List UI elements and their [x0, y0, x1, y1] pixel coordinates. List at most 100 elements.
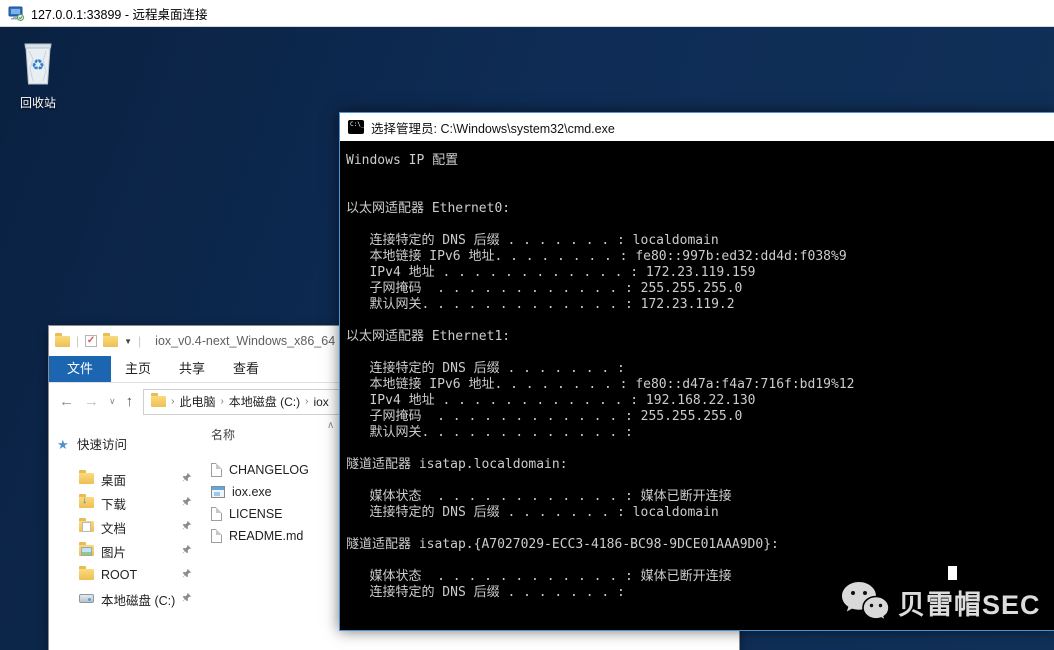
cmd-titlebar[interactable]: 选择管理员: C:\Windows\system32\cmd.exe — [340, 113, 1054, 141]
recycle-bin-label: 回收站 — [10, 94, 66, 111]
explorer-nav-pane: ★ 快速访问 桌面 下载 — [49, 420, 201, 650]
separator: | — [138, 334, 141, 348]
breadcrumb-chevron-icon: › — [171, 396, 174, 407]
text-cursor — [948, 566, 957, 580]
cmd-output-line: 子网掩码 . . . . . . . . . . . . : 255.255.2… — [346, 281, 1054, 297]
cmd-output-line: 默认网关. . . . . . . . . . . . . : — [346, 425, 1054, 441]
cmd-output-line: 连接特定的 DNS 后缀 . . . . . . . : — [346, 361, 1054, 377]
breadcrumb-item[interactable]: 此电脑 — [179, 393, 215, 410]
ribbon-tab[interactable]: 主页 — [111, 356, 165, 382]
watermark-text: 贝雷帽SEC — [898, 583, 1041, 622]
tab-file[interactable]: 文件 — [49, 356, 111, 382]
cmd-output-line: 本地链接 IPv6 地址. . . . . . . . : fe80::d47a… — [346, 377, 1054, 393]
recycle-bin-icon: ♻ — [18, 39, 58, 87]
quick-access-star-icon: ★ — [57, 433, 69, 457]
sidebar-item-icon — [79, 521, 94, 532]
cmd-output-line: 隧道适配器 isatap.{A7027029-ECC3-4186-BC98-9D… — [346, 537, 1054, 553]
pin-icon — [181, 472, 192, 486]
cmd-output-line: IPv4 地址 . . . . . . . . . . . . : 172.23… — [346, 265, 1054, 281]
sidebar-item-label: 本地磁盘 (C:) — [101, 590, 175, 609]
file-icon — [211, 529, 222, 543]
sidebar-item-label: 图片 — [101, 542, 126, 561]
pin-icon — [181, 544, 192, 558]
file-name: CHANGELOG — [229, 463, 309, 477]
svg-text:♻: ♻ — [31, 57, 44, 74]
cmd-output-line: 子网掩码 . . . . . . . . . . . . : 255.255.2… — [346, 409, 1054, 425]
file-name: iox.exe — [232, 485, 272, 499]
sidebar-item-icon — [79, 473, 94, 484]
sidebar-item-quick-access[interactable]: ★ 快速访问 — [49, 433, 201, 457]
breadcrumb-item[interactable]: 本地磁盘 (C:) — [229, 393, 300, 410]
sidebar-item[interactable]: 本地磁盘 (C:) — [49, 587, 201, 611]
pin-icon — [181, 592, 192, 606]
quick-access-toolbar-caret-icon[interactable]: ▼ — [124, 337, 132, 346]
file-icon — [211, 507, 222, 521]
cmd-output-line — [346, 473, 1054, 489]
cmd-output-line: 以太网适配器 Ethernet0: — [346, 201, 1054, 217]
sidebar-item-icon — [79, 545, 94, 556]
breadcrumb-chevron-icon: › — [220, 396, 223, 407]
wechat-icon — [840, 580, 890, 624]
cmd-output-line — [346, 169, 1054, 185]
sidebar-item[interactable]: 下载 — [49, 491, 201, 515]
recycle-bin[interactable]: ♻ 回收站 — [10, 39, 66, 111]
rdp-computer-icon — [8, 6, 24, 21]
cmd-output-line — [346, 313, 1054, 329]
ribbon-tab[interactable]: 查看 — [219, 356, 273, 382]
cmd-output[interactable]: Windows IP 配置以太网适配器 Ethernet0: 连接特定的 DNS… — [340, 141, 1054, 630]
sidebar-item[interactable]: ROOT — [49, 563, 201, 587]
breadcrumb-chevron-icon: › — [305, 396, 308, 407]
sidebar-item-label: 下载 — [101, 494, 126, 513]
file-name: LICENSE — [229, 507, 283, 521]
cmd-output-line: 隧道适配器 isatap.localdomain: — [346, 457, 1054, 473]
pin-icon — [181, 520, 192, 534]
sidebar-item-label: 桌面 — [101, 470, 126, 489]
sidebar-item[interactable]: 桌面 — [49, 467, 201, 491]
up-button[interactable]: ↑ — [126, 394, 134, 409]
cmd-output-line — [346, 441, 1054, 457]
properties-toolbar-icon[interactable]: ✓ — [85, 335, 97, 347]
file-icon — [211, 486, 225, 498]
cmd-output-line: 本地链接 IPv6 地址. . . . . . . . : fe80::997b… — [346, 249, 1054, 265]
sidebar-item-label: 文档 — [101, 518, 126, 537]
cmd-output-line — [346, 217, 1054, 233]
cmd-output-line — [346, 185, 1054, 201]
rdp-connection-bar: 127.0.0.1:33899 - 远程桌面连接 — [0, 0, 1054, 27]
cmd-window: 选择管理员: C:\Windows\system32\cmd.exe Windo… — [339, 112, 1054, 631]
back-button[interactable]: ← — [59, 394, 74, 409]
breadcrumb-item[interactable]: iox — [313, 395, 328, 409]
rdp-title: 127.0.0.1:33899 - 远程桌面连接 — [31, 4, 207, 23]
sidebar-item-icon — [79, 569, 94, 580]
cmd-output-line — [346, 521, 1054, 537]
cmd-output-line — [346, 345, 1054, 361]
address-folder-icon — [151, 396, 166, 407]
cmd-app-icon — [348, 120, 364, 134]
cmd-output-line: IPv4 地址 . . . . . . . . . . . . : 192.16… — [346, 393, 1054, 409]
cmd-output-line: 以太网适配器 Ethernet1: — [346, 329, 1054, 345]
sidebar-item[interactable]: 图片 — [49, 539, 201, 563]
forward-button[interactable]: → — [84, 394, 99, 409]
explorer-app-icon — [55, 336, 70, 347]
cmd-output-line: Windows IP 配置 — [346, 153, 1054, 169]
cmd-window-title: 选择管理员: C:\Windows\system32\cmd.exe — [371, 118, 615, 137]
new-folder-toolbar-icon[interactable] — [103, 336, 118, 347]
file-icon — [211, 463, 222, 477]
quick-access-label: 快速访问 — [77, 438, 127, 452]
rdp-session-screen: 127.0.0.1:33899 - 远程桌面连接 ♻ 回收站 | ✓ ▼ | i… — [0, 0, 1054, 650]
sidebar-item[interactable]: 文档 — [49, 515, 201, 539]
explorer-window-title: iox_v0.4-next_Windows_x86_64 — [155, 334, 335, 348]
cmd-output-line: 默认网关. . . . . . . . . . . . . : 172.23.1… — [346, 297, 1054, 313]
pin-icon — [181, 568, 192, 582]
ribbon-tab[interactable]: 共享 — [165, 356, 219, 382]
pin-icon — [181, 496, 192, 510]
sidebar-item-icon — [79, 497, 94, 508]
sidebar-item-label: ROOT — [101, 568, 137, 582]
sidebar-item-icon — [79, 594, 94, 603]
cmd-output-line: 媒体状态 . . . . . . . . . . . . : 媒体已断开连接 — [346, 489, 1054, 505]
cmd-output-line: 连接特定的 DNS 后缀 . . . . . . . : localdomain — [346, 233, 1054, 249]
file-name: README.md — [229, 529, 303, 543]
recent-locations-button[interactable]: ∨ — [109, 397, 116, 406]
separator: | — [76, 334, 79, 348]
watermark: 贝雷帽SEC — [840, 580, 1041, 624]
scroll-up-arrow-icon[interactable]: ∧ — [327, 420, 334, 431]
